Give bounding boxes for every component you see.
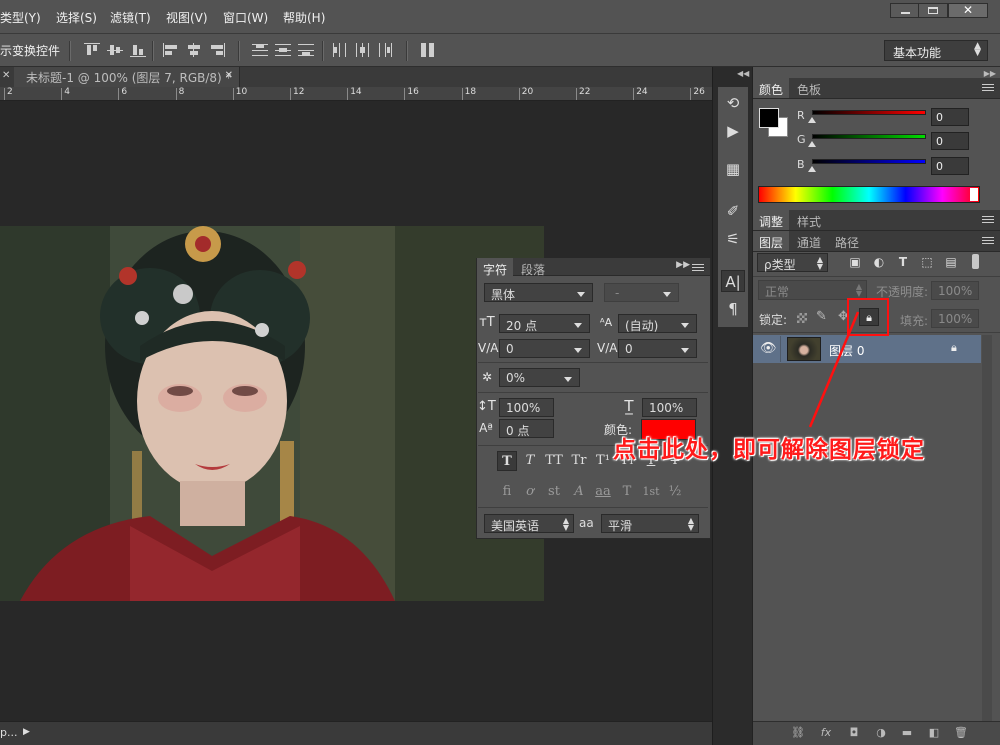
annotation-arrow [808, 311, 860, 428]
annotation-highlight-box [847, 298, 889, 336]
annotation-callout: 点击此处，即可解除图层锁定 [613, 437, 925, 463]
